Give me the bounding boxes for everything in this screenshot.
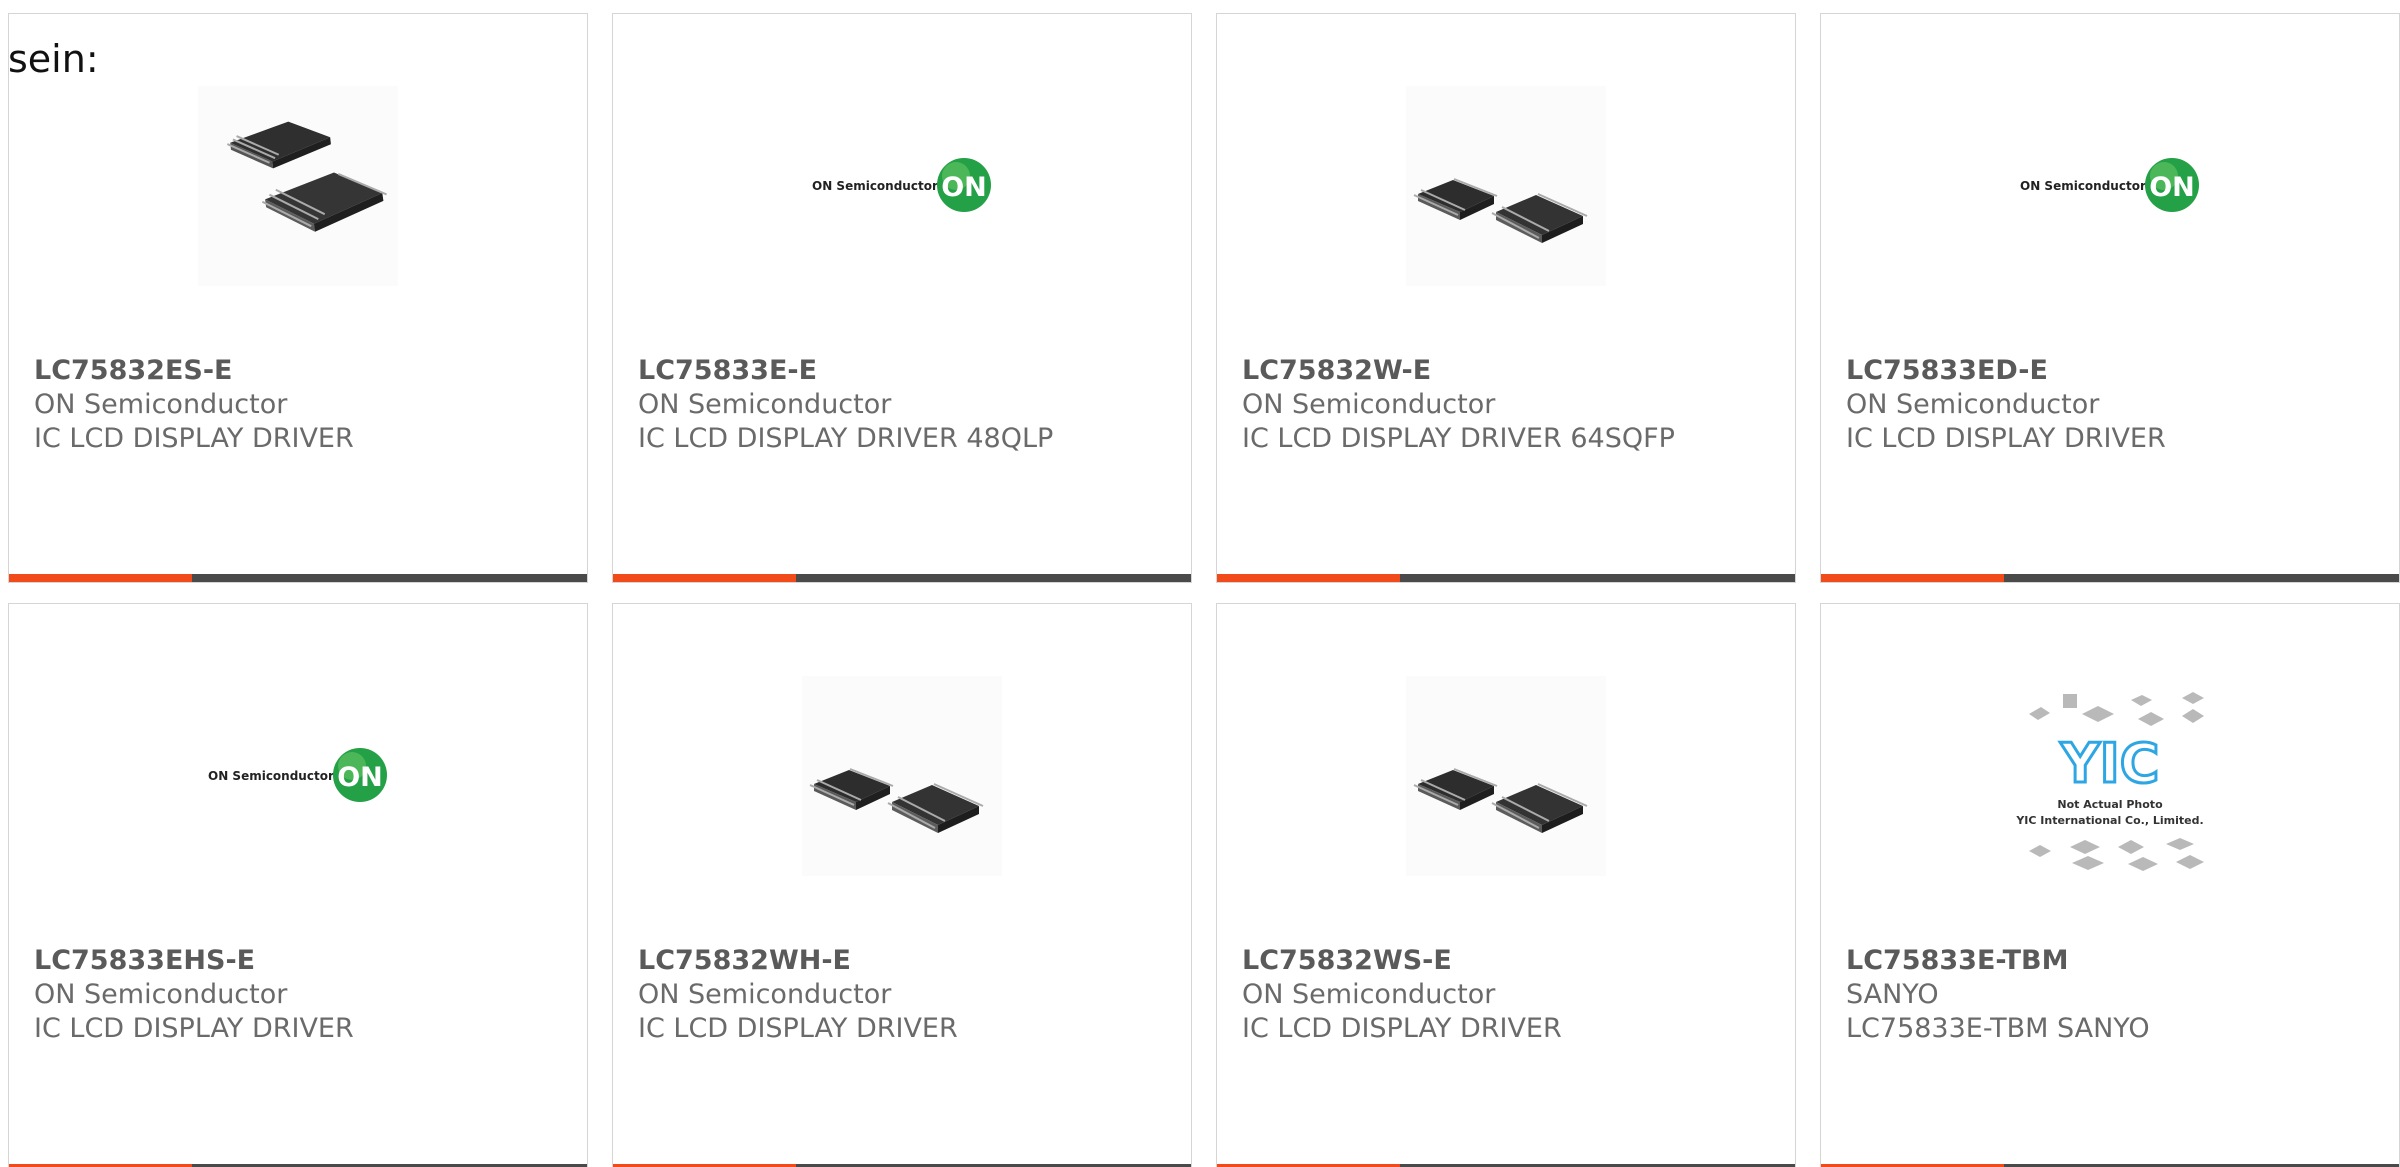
product-part-number[interactable]: LC75833EHS-E bbox=[34, 944, 564, 978]
product-description: IC LCD DISPLAY DRIVER bbox=[34, 423, 354, 454]
product-manufacturer: ON Semiconductor bbox=[34, 389, 288, 420]
product-part-number[interactable]: LC75833ED-E bbox=[1846, 354, 2376, 388]
on-logo-text: ON Semiconductor bbox=[208, 769, 334, 783]
product-image-placeholder[interactable]: YIC Not Actual Photo YIC International C… bbox=[2010, 676, 2210, 876]
on-semiconductor-logo-icon: ON Semiconductor ON bbox=[208, 748, 387, 802]
product-part-number[interactable]: LC75832WH-E bbox=[638, 944, 1168, 978]
product-part-number[interactable]: LC75833E-TBM bbox=[1846, 944, 2376, 978]
product-card[interactable]: ON Semiconductor ON LC75833ED-E ON Semic… bbox=[1820, 13, 2400, 583]
product-card[interactable]: LC75832W-E ON Semiconductor IC LCD DISPL… bbox=[1216, 13, 1796, 583]
product-manufacturer: ON Semiconductor bbox=[1242, 979, 1496, 1010]
on-logo-mark: ON bbox=[941, 172, 987, 203]
product-description: IC LCD DISPLAY DRIVER bbox=[1242, 1013, 1562, 1044]
product-part-number[interactable]: LC75833E-E bbox=[638, 354, 1168, 388]
product-info: LC75832W-E ON Semiconductor IC LCD DISPL… bbox=[1242, 354, 1772, 456]
product-info: LC75833E-TBM SANYO LC75833E-TBM SANYO bbox=[1846, 944, 2376, 1046]
product-image-chip[interactable] bbox=[1406, 676, 1606, 876]
on-logo-mark: ON bbox=[2149, 172, 2195, 203]
product-info: LC75833EHS-E ON Semiconductor IC LCD DIS… bbox=[34, 944, 564, 1046]
photo-note-line1: Not Actual Photo bbox=[2057, 798, 2163, 811]
card-bottom-accent bbox=[613, 574, 796, 582]
on-logo-text: ON Semiconductor bbox=[812, 179, 938, 193]
product-description: IC LCD DISPLAY DRIVER bbox=[638, 1013, 958, 1044]
product-description: IC LCD DISPLAY DRIVER 48QLP bbox=[638, 423, 1054, 454]
product-description: IC LCD DISPLAY DRIVER bbox=[34, 1013, 354, 1044]
product-manufacturer: ON Semiconductor bbox=[638, 389, 892, 420]
product-description: IC LCD DISPLAY DRIVER 64SQFP bbox=[1242, 423, 1675, 454]
product-image-chip[interactable] bbox=[198, 86, 398, 286]
product-card[interactable]: ON Semiconductor ON LC75833E-E ON Semico… bbox=[612, 13, 1192, 583]
product-description: LC75833E-TBM SANYO bbox=[1846, 1013, 2150, 1044]
yic-placeholder-icon: YIC Not Actual Photo YIC International C… bbox=[2015, 692, 2204, 871]
card-bottom-bar bbox=[9, 574, 587, 582]
product-manufacturer: SANYO bbox=[1846, 979, 1939, 1010]
product-image-chip[interactable] bbox=[1406, 86, 1606, 286]
product-manufacturer: ON Semiconductor bbox=[1242, 389, 1496, 420]
product-part-number[interactable]: LC75832W-E bbox=[1242, 354, 1772, 388]
product-part-number[interactable]: LC75832ES-E bbox=[34, 354, 564, 388]
product-description: IC LCD DISPLAY DRIVER bbox=[1846, 423, 2166, 454]
product-card[interactable]: LC75832WH-E ON Semiconductor IC LCD DISP… bbox=[612, 603, 1192, 1167]
product-info: LC75832ES-E ON Semiconductor IC LCD DISP… bbox=[34, 354, 564, 456]
product-manufacturer: ON Semiconductor bbox=[34, 979, 288, 1010]
product-results-page: sein: LC75832ES-E ON Semiconductor IC LC… bbox=[0, 0, 2400, 1167]
product-grid: LC75832ES-E ON Semiconductor IC LCD DISP… bbox=[8, 13, 2400, 1167]
product-card[interactable]: LC75832ES-E ON Semiconductor IC LCD DISP… bbox=[8, 13, 588, 583]
intro-text: sein: bbox=[8, 37, 99, 81]
yic-logo-mark: YIC bbox=[2060, 732, 2160, 795]
qfp-chip-icon bbox=[1406, 86, 1606, 286]
card-bottom-bar bbox=[1821, 574, 2399, 582]
product-card[interactable]: YIC Not Actual Photo YIC International C… bbox=[1820, 603, 2400, 1167]
card-bottom-bar bbox=[613, 574, 1191, 582]
product-part-number[interactable]: LC75832WS-E bbox=[1242, 944, 1772, 978]
qfp-chip-icon bbox=[198, 86, 398, 286]
product-info: LC75832WH-E ON Semiconductor IC LCD DISP… bbox=[638, 944, 1168, 1046]
product-info: LC75832WS-E ON Semiconductor IC LCD DISP… bbox=[1242, 944, 1772, 1046]
on-logo-mark: ON bbox=[337, 762, 383, 793]
on-semiconductor-logo-icon: ON Semiconductor ON bbox=[812, 158, 991, 212]
product-image-logo[interactable]: ON Semiconductor ON bbox=[2010, 86, 2210, 286]
card-bottom-accent bbox=[1217, 574, 1400, 582]
on-semiconductor-logo-icon: ON Semiconductor ON bbox=[2020, 158, 2199, 212]
qfp-chip-icon bbox=[802, 676, 1002, 876]
photo-note-line2: YIC International Co., Limited. bbox=[2015, 814, 2203, 827]
product-image-chip[interactable] bbox=[802, 676, 1002, 876]
qfp-chip-icon bbox=[1406, 676, 1606, 876]
product-card[interactable]: LC75832WS-E ON Semiconductor IC LCD DISP… bbox=[1216, 603, 1796, 1167]
product-info: LC75833ED-E ON Semiconductor IC LCD DISP… bbox=[1846, 354, 2376, 456]
product-image-logo[interactable]: ON Semiconductor ON bbox=[802, 86, 1002, 286]
product-manufacturer: ON Semiconductor bbox=[638, 979, 892, 1010]
product-image-logo[interactable]: ON Semiconductor ON bbox=[198, 676, 398, 876]
card-bottom-accent bbox=[9, 574, 192, 582]
product-info: LC75833E-E ON Semiconductor IC LCD DISPL… bbox=[638, 354, 1168, 456]
product-manufacturer: ON Semiconductor bbox=[1846, 389, 2100, 420]
card-bottom-bar bbox=[1217, 574, 1795, 582]
product-card[interactable]: ON Semiconductor ON LC75833EHS-E ON Semi… bbox=[8, 603, 588, 1167]
card-bottom-accent bbox=[1821, 574, 2004, 582]
on-logo-text: ON Semiconductor bbox=[2020, 179, 2146, 193]
